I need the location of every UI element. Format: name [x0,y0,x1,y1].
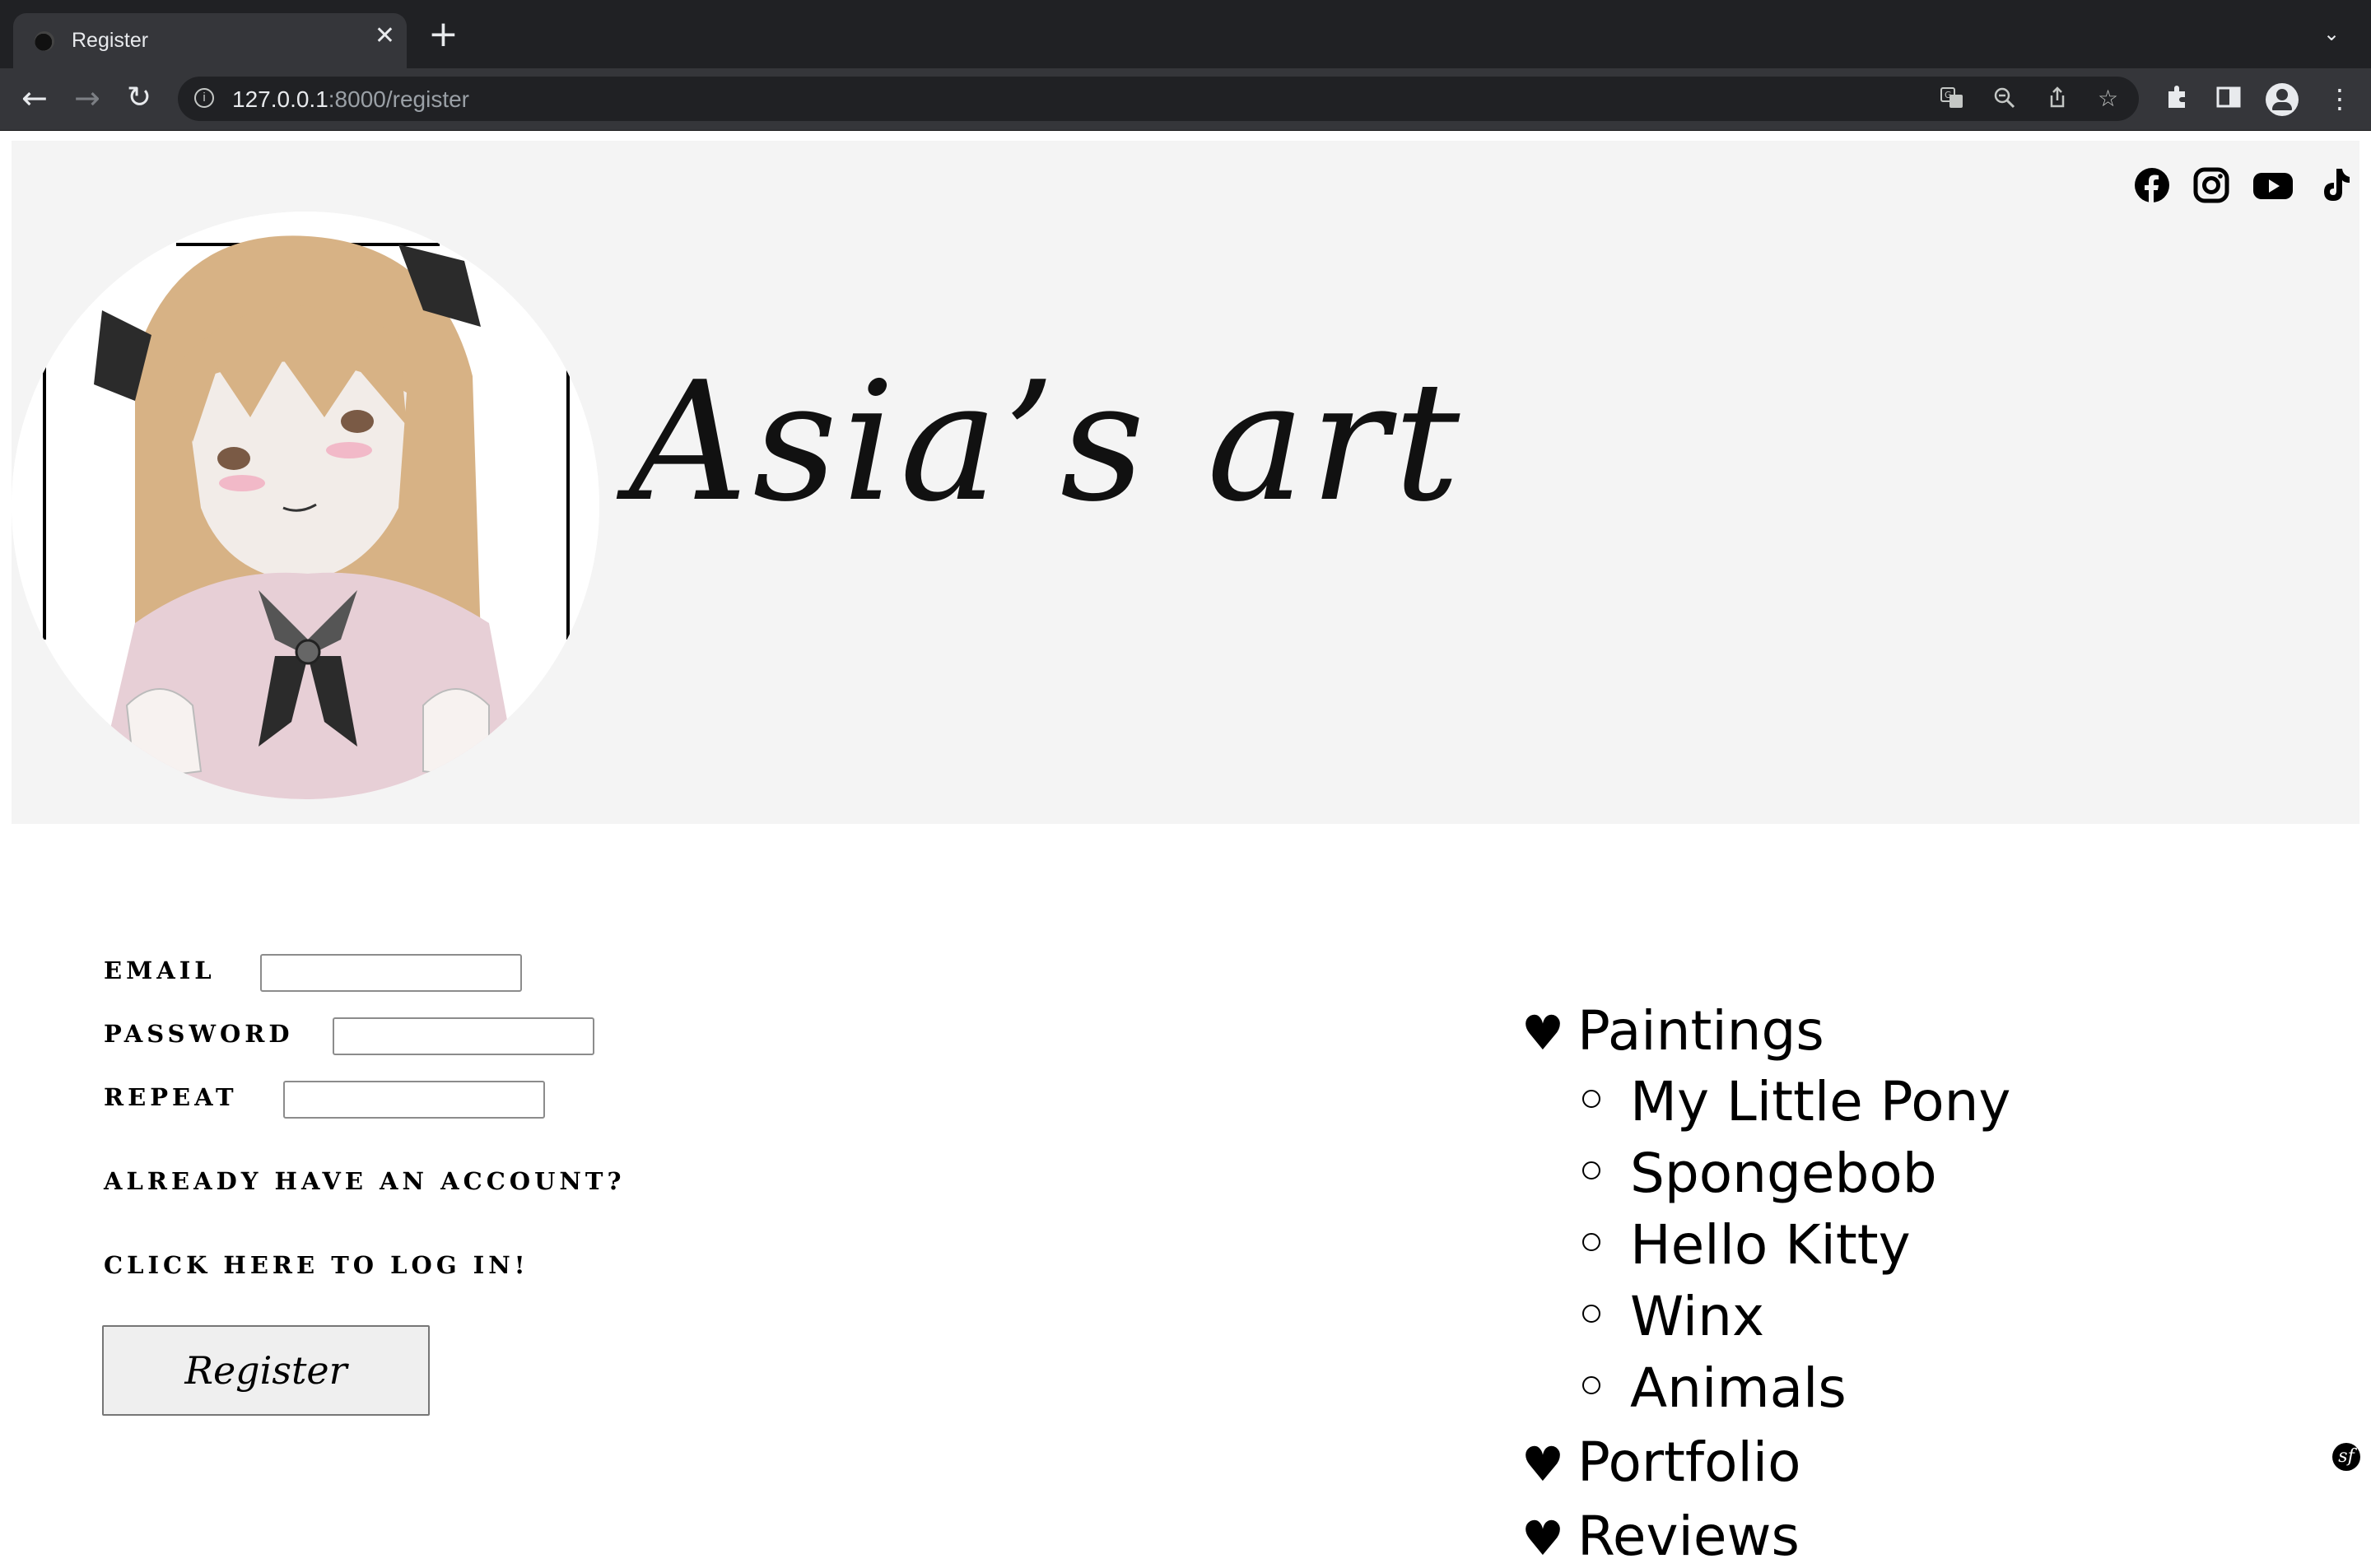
circle-bullet-icon [1582,1089,1600,1108]
submenu-item-spongebob[interactable]: Spongebob [1582,1142,1937,1205]
tab-search-chevron-icon[interactable]: ⌄ [2323,22,2340,45]
share-icon[interactable] [2045,86,2070,116]
submenu-item-label: Animals [1630,1356,1847,1420]
menu-item-paintings[interactable]: ♥ Paintings [1521,999,1824,1063]
address-bar[interactable]: i 127.0.0.1:8000/register G ☆ [178,77,2139,121]
submenu-item-label: Hello Kitty [1630,1213,1911,1277]
profile-icon[interactable] [2266,83,2299,116]
site-title: Asia’s art [629,347,1465,538]
circle-bullet-icon [1582,1232,1600,1251]
email-label: Email [104,956,216,984]
login-link[interactable]: Click here to log in! [104,1251,529,1279]
heart-bullet-icon: ♥ [1521,1005,1564,1061]
menu-item-reviews[interactable]: ♥ Reviews [1521,1505,1800,1568]
bookmark-star-icon[interactable]: ☆ [2098,86,2118,112]
email-field[interactable] [260,954,522,992]
submenu-item-animals[interactable]: Animals [1582,1356,1847,1420]
svg-text:G: G [1945,90,1952,100]
menu-item-portfolio[interactable]: ♥ Portfolio [1521,1431,1801,1494]
extensions-icon[interactable] [2164,83,2192,118]
circle-bullet-icon [1582,1375,1600,1394]
submenu-item-winx[interactable]: Winx [1582,1285,1764,1348]
artist-avatar-image [12,212,599,799]
new-tab-icon[interactable]: + [428,16,459,53]
tiktok-icon[interactable] [2317,167,2353,203]
submenu-item-label: Spongebob [1630,1142,1937,1205]
repeat-label: Repeat [104,1083,238,1111]
heart-bullet-icon: ♥ [1521,1436,1564,1492]
submenu-item-label: My Little Pony [1630,1070,2011,1133]
submenu-item-hello-kitty[interactable]: Hello Kitty [1582,1213,1911,1277]
circle-bullet-icon [1582,1304,1600,1323]
forward-icon[interactable]: → [74,80,100,116]
site-header: Asia’s art [12,141,2359,824]
url-text[interactable]: 127.0.0.1:8000/register [232,86,469,113]
reload-icon[interactable]: ↻ [127,80,151,116]
back-icon[interactable]: ← [21,80,48,116]
circle-bullet-icon [1582,1161,1600,1179]
browser-tab-bar: Register ✕ + ⌄ [0,0,2371,68]
favicon-icon [35,31,54,51]
page: Asia’s art Email Password Repeat Already… [0,131,2371,1568]
heart-bullet-icon: ♥ [1521,1510,1564,1566]
password-label: Password [104,1020,294,1048]
close-tab-icon[interactable]: ✕ [375,24,395,49]
zoom-out-icon[interactable] [1992,86,2017,116]
already-have-account-text: Already have an account? [104,1167,626,1195]
password-field[interactable] [333,1017,594,1055]
side-panel-icon[interactable] [2215,83,2243,118]
browser-menu-icon[interactable]: ⋮ [2327,83,2353,114]
tab-title: Register [72,29,149,52]
menu-item-label: Paintings [1577,999,1824,1063]
browser-toolbar: ← → ↻ i 127.0.0.1:8000/register G ☆ ⋮ [0,68,2371,131]
translate-icon[interactable]: G [1940,86,1964,116]
menu-item-label: Reviews [1577,1505,1800,1568]
youtube-icon[interactable] [2252,167,2294,203]
browser-tab[interactable]: Register ✕ [13,13,407,68]
submenu-item-label: Winx [1630,1285,1765,1348]
facebook-icon[interactable] [2134,167,2170,203]
submenu-item-my-little-pony[interactable]: My Little Pony [1582,1070,2010,1133]
symfony-toolbar-icon[interactable]: sf [2332,1443,2360,1471]
register-button[interactable]: Register [102,1325,430,1416]
repeat-password-field[interactable] [283,1081,545,1119]
menu-item-label: Portfolio [1577,1431,1801,1494]
instagram-icon[interactable] [2193,167,2229,203]
site-info-icon[interactable]: i [194,88,214,108]
